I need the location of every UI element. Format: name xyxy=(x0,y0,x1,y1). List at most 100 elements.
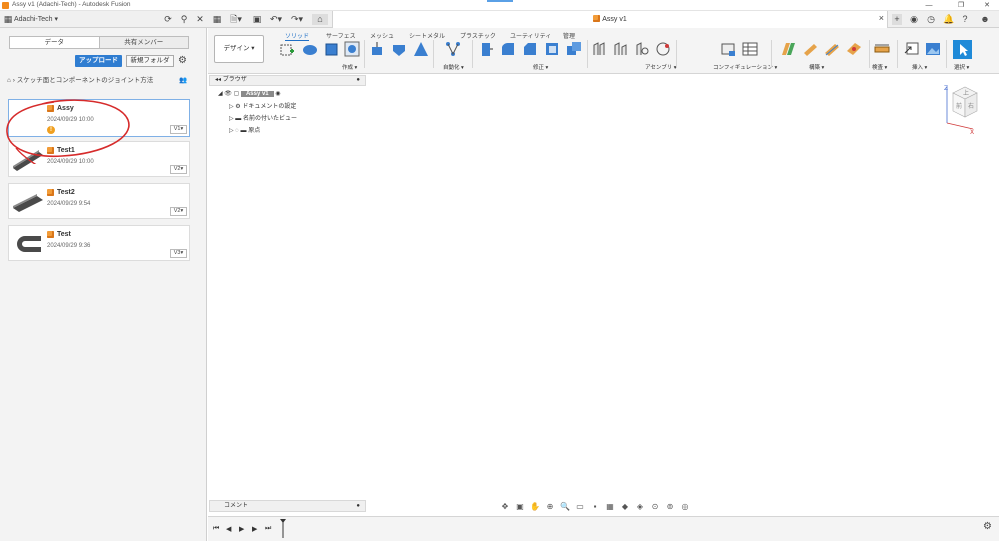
select-icon[interactable] xyxy=(953,40,972,59)
tab-mesh[interactable]: メッシュ xyxy=(370,31,394,40)
axis-icon[interactable] xyxy=(802,41,818,57)
loft-icon[interactable] xyxy=(413,41,429,57)
object-visibility-icon[interactable]: ⊙ xyxy=(649,502,661,511)
go-to-end-icon[interactable]: ⏭ xyxy=(265,525,271,533)
settings-gear-icon[interactable]: ⚙ xyxy=(178,55,187,67)
document-tab[interactable]: Assy v1 × xyxy=(332,11,888,28)
home-icon[interactable]: ⌂ xyxy=(312,14,328,25)
group-modify[interactable]: 修正 ▾ xyxy=(533,63,548,71)
group-automate[interactable]: 自動化 ▾ xyxy=(443,63,464,71)
as-built-joint-icon[interactable] xyxy=(634,41,650,57)
measure-icon[interactable] xyxy=(874,41,890,57)
viewcube-top-label[interactable]: 上 xyxy=(963,89,969,97)
browser-node-origin[interactable]: ▷ ◌ ▬ 原点 xyxy=(229,126,260,137)
pan-icon[interactable]: ✋ xyxy=(529,502,541,511)
comments-panel[interactable]: コメント ● xyxy=(209,500,366,512)
tab-solid[interactable]: ソリッド xyxy=(285,31,310,41)
close-panel-icon[interactable]: ✕ xyxy=(195,14,205,25)
expand-triangle-icon[interactable]: ▷ xyxy=(229,104,234,110)
browser-node-named-views[interactable]: ▷ ▬ 名前の付いたビュー xyxy=(229,114,297,125)
visual-style-icon[interactable]: ▪ xyxy=(589,502,601,511)
save-icon[interactable]: ▣ xyxy=(252,14,262,25)
joint-icon[interactable] xyxy=(613,41,629,57)
comments-options-icon[interactable]: ● xyxy=(356,501,360,511)
group-configure[interactable]: コンフィギュレーション ▾ xyxy=(713,63,777,71)
tab-manage[interactable]: 管理 xyxy=(563,31,575,40)
file-menu-icon[interactable]: 🗎▾ xyxy=(228,14,244,25)
refresh-icon[interactable]: ⟳ xyxy=(163,14,173,25)
redo-icon[interactable]: ↷▾ xyxy=(289,14,305,25)
effects-icon[interactable]: ◎ xyxy=(679,502,691,511)
shell-modify-icon[interactable] xyxy=(544,41,560,57)
group-select[interactable]: 選択 ▾ xyxy=(954,63,969,71)
browser-options-icon[interactable]: ● xyxy=(356,76,360,85)
timeline-settings-gear-icon[interactable]: ⚙ xyxy=(983,521,992,532)
box-icon[interactable] xyxy=(323,41,339,57)
orbit-icon[interactable]: ✥ xyxy=(499,502,511,511)
environment-icon[interactable]: ⊚ xyxy=(664,502,676,511)
group-assemble[interactable]: アセンブリ ▾ xyxy=(645,63,677,71)
offset-plane-icon[interactable] xyxy=(780,41,796,57)
look-at-icon[interactable]: ▣ xyxy=(514,502,526,511)
search-icon[interactable]: ⚲ xyxy=(179,14,189,25)
midplane-icon[interactable] xyxy=(846,41,862,57)
configure-icon[interactable] xyxy=(720,41,736,57)
tab-plastic[interactable]: プラスチック xyxy=(460,31,496,40)
expand-triangle-icon[interactable]: ▷ xyxy=(229,116,234,122)
configuration-table-icon[interactable] xyxy=(742,41,758,57)
activate-radio-icon[interactable]: ◉ xyxy=(275,91,280,97)
close-window-button[interactable]: ✕ xyxy=(977,0,997,11)
step-forward-icon[interactable]: ▶ xyxy=(252,525,257,533)
file-card-test1[interactable]: Test1 2024/09/29 10:00 V2▾ xyxy=(8,141,190,177)
view-cube-wire-icon[interactable]: ◈ xyxy=(634,502,646,511)
tab-data[interactable]: データ xyxy=(10,37,99,48)
collapse-browser-icon[interactable]: ◂◂ xyxy=(215,77,221,83)
play-icon[interactable]: ▶ xyxy=(239,525,244,533)
workspace-switcher[interactable]: デザイン ▾ xyxy=(214,35,264,63)
group-create[interactable]: 作成 ▾ xyxy=(342,63,357,71)
view-cube-shaded-icon[interactable]: ◆ xyxy=(619,502,631,511)
viewcube[interactable]: 上 前 右 Z X xyxy=(943,83,981,135)
tab-surface[interactable]: サーフェス xyxy=(326,31,356,40)
step-back-icon[interactable]: ◀ xyxy=(226,525,231,533)
plane-at-angle-icon[interactable] xyxy=(824,41,840,57)
tab-utilities[interactable]: ユーティリティ xyxy=(510,31,551,40)
insert-derive-icon[interactable] xyxy=(904,41,920,57)
version-badge[interactable]: V2▾ xyxy=(170,165,187,174)
timeline-marker[interactable] xyxy=(280,519,286,538)
tab-shared-members[interactable]: 共有メンバー xyxy=(98,37,188,48)
fillet-icon[interactable] xyxy=(500,41,516,57)
file-card-test[interactable]: Test 2024/09/29 9:36 V3▾ xyxy=(8,225,190,261)
extensions-icon[interactable]: ◉ xyxy=(909,14,919,25)
grid-menu-icon[interactable]: ▦ xyxy=(3,14,13,25)
people-icon[interactable]: 👥 xyxy=(179,75,187,87)
browser-header[interactable]: ◂◂ ブラウザ ● xyxy=(209,75,366,86)
insert-image-icon[interactable] xyxy=(925,41,941,57)
apps-grid-icon[interactable]: ▦ xyxy=(212,14,222,25)
home-breadcrumb-icon[interactable]: ⌂ xyxy=(7,77,11,84)
new-tab-icon[interactable]: + xyxy=(892,14,902,25)
new-component-icon[interactable] xyxy=(592,41,608,57)
go-to-start-icon[interactable]: ⏮ xyxy=(213,525,219,533)
motion-link-icon[interactable] xyxy=(655,41,671,57)
group-inspect[interactable]: 検査 ▾ xyxy=(872,63,887,71)
team-switcher[interactable]: Adachi-Tech ▾ xyxy=(14,14,58,25)
display-settings-icon[interactable]: ▭ xyxy=(574,502,586,511)
visibility-eye-icon[interactable]: 👁 xyxy=(224,91,233,97)
viewcube-right-label[interactable]: 右 xyxy=(968,102,974,110)
chamfer-icon[interactable] xyxy=(522,41,538,57)
upload-button[interactable]: アップロード xyxy=(75,55,122,67)
root-component-name[interactable]: Assy v1 xyxy=(240,91,274,97)
extrude-icon[interactable] xyxy=(302,41,318,57)
group-construct[interactable]: 構築 ▾ xyxy=(809,63,824,71)
file-card-test2[interactable]: Test2 2024/09/29 9:54 V2▾ xyxy=(8,183,190,219)
press-pull-modify-icon[interactable] xyxy=(478,41,494,57)
file-card-assy[interactable]: Assy 2024/09/29 10:00 ! V1▾ xyxy=(8,99,190,137)
design-canvas[interactable] xyxy=(208,74,999,515)
help-icon[interactable]: ? xyxy=(960,14,970,25)
browser-root-node[interactable]: ◢ 👁 ▢ Assy v1 ◉ xyxy=(218,89,281,100)
browser-node-document-settings[interactable]: ▷ ⚙ ドキュメントの設定 xyxy=(229,102,296,113)
job-status-icon[interactable]: ◷ xyxy=(926,14,936,25)
new-folder-button[interactable]: 新規フォルダ xyxy=(126,55,174,67)
version-badge[interactable]: V3▾ xyxy=(170,249,187,258)
